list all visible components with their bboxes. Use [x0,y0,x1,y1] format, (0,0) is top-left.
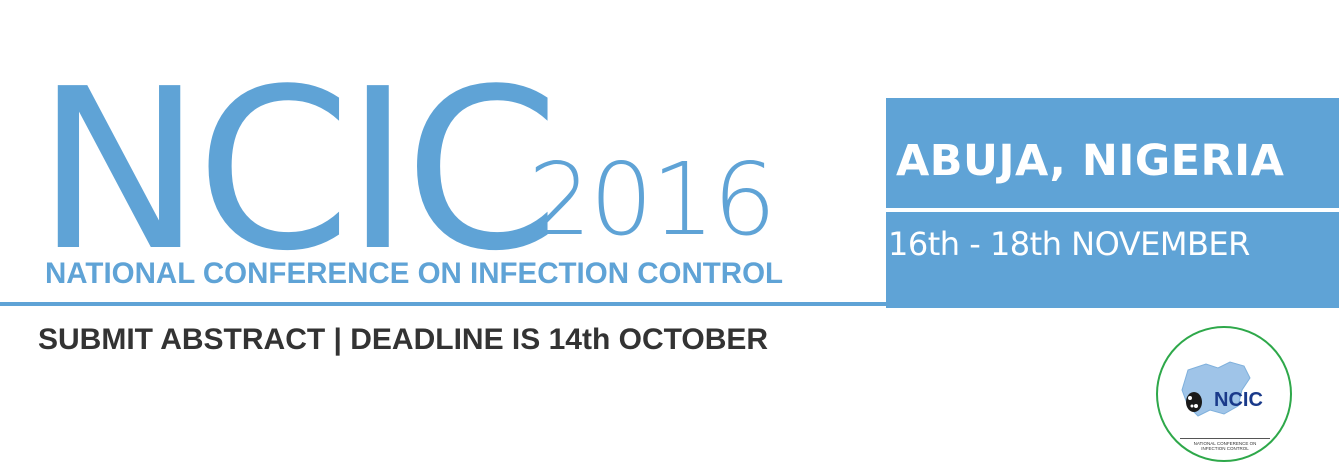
location-text: ABUJA, NIGERIA [896,136,1285,186]
acronym-heading: NCIC [36,42,560,300]
conference-subtitle: NATIONAL CONFERENCE ON INFECTION CONTROL [45,257,784,290]
conference-banner: NCIC 2016 NATIONAL CONFERENCE ON INFECTI… [0,0,1339,470]
submit-abstract-text: SUBMIT ABSTRACT | DEADLINE IS 14th OCTOB… [38,323,769,356]
ncic-logo: NCIC NATIONAL CONFERENCE ON INFECTION CO… [1156,326,1292,462]
info-divider [886,208,1339,212]
logo-caption: NATIONAL CONFERENCE ON INFECTION CONTROL [1172,441,1278,452]
info-box: ABUJA, NIGERIA 16th - 18th NOVEMBER [886,98,1339,308]
logo-caption-line2: INFECTION CONTROL [1201,446,1249,452]
logo-divider [1180,438,1270,439]
horizontal-rule [0,302,886,306]
logo-caption-line1: NATIONAL CONFERENCE ON [1193,441,1257,446]
logo-acronym: NCIC [1214,389,1263,411]
dates-text: 16th - 18th NOVEMBER [888,225,1250,263]
year-heading: 2016 [528,141,776,258]
